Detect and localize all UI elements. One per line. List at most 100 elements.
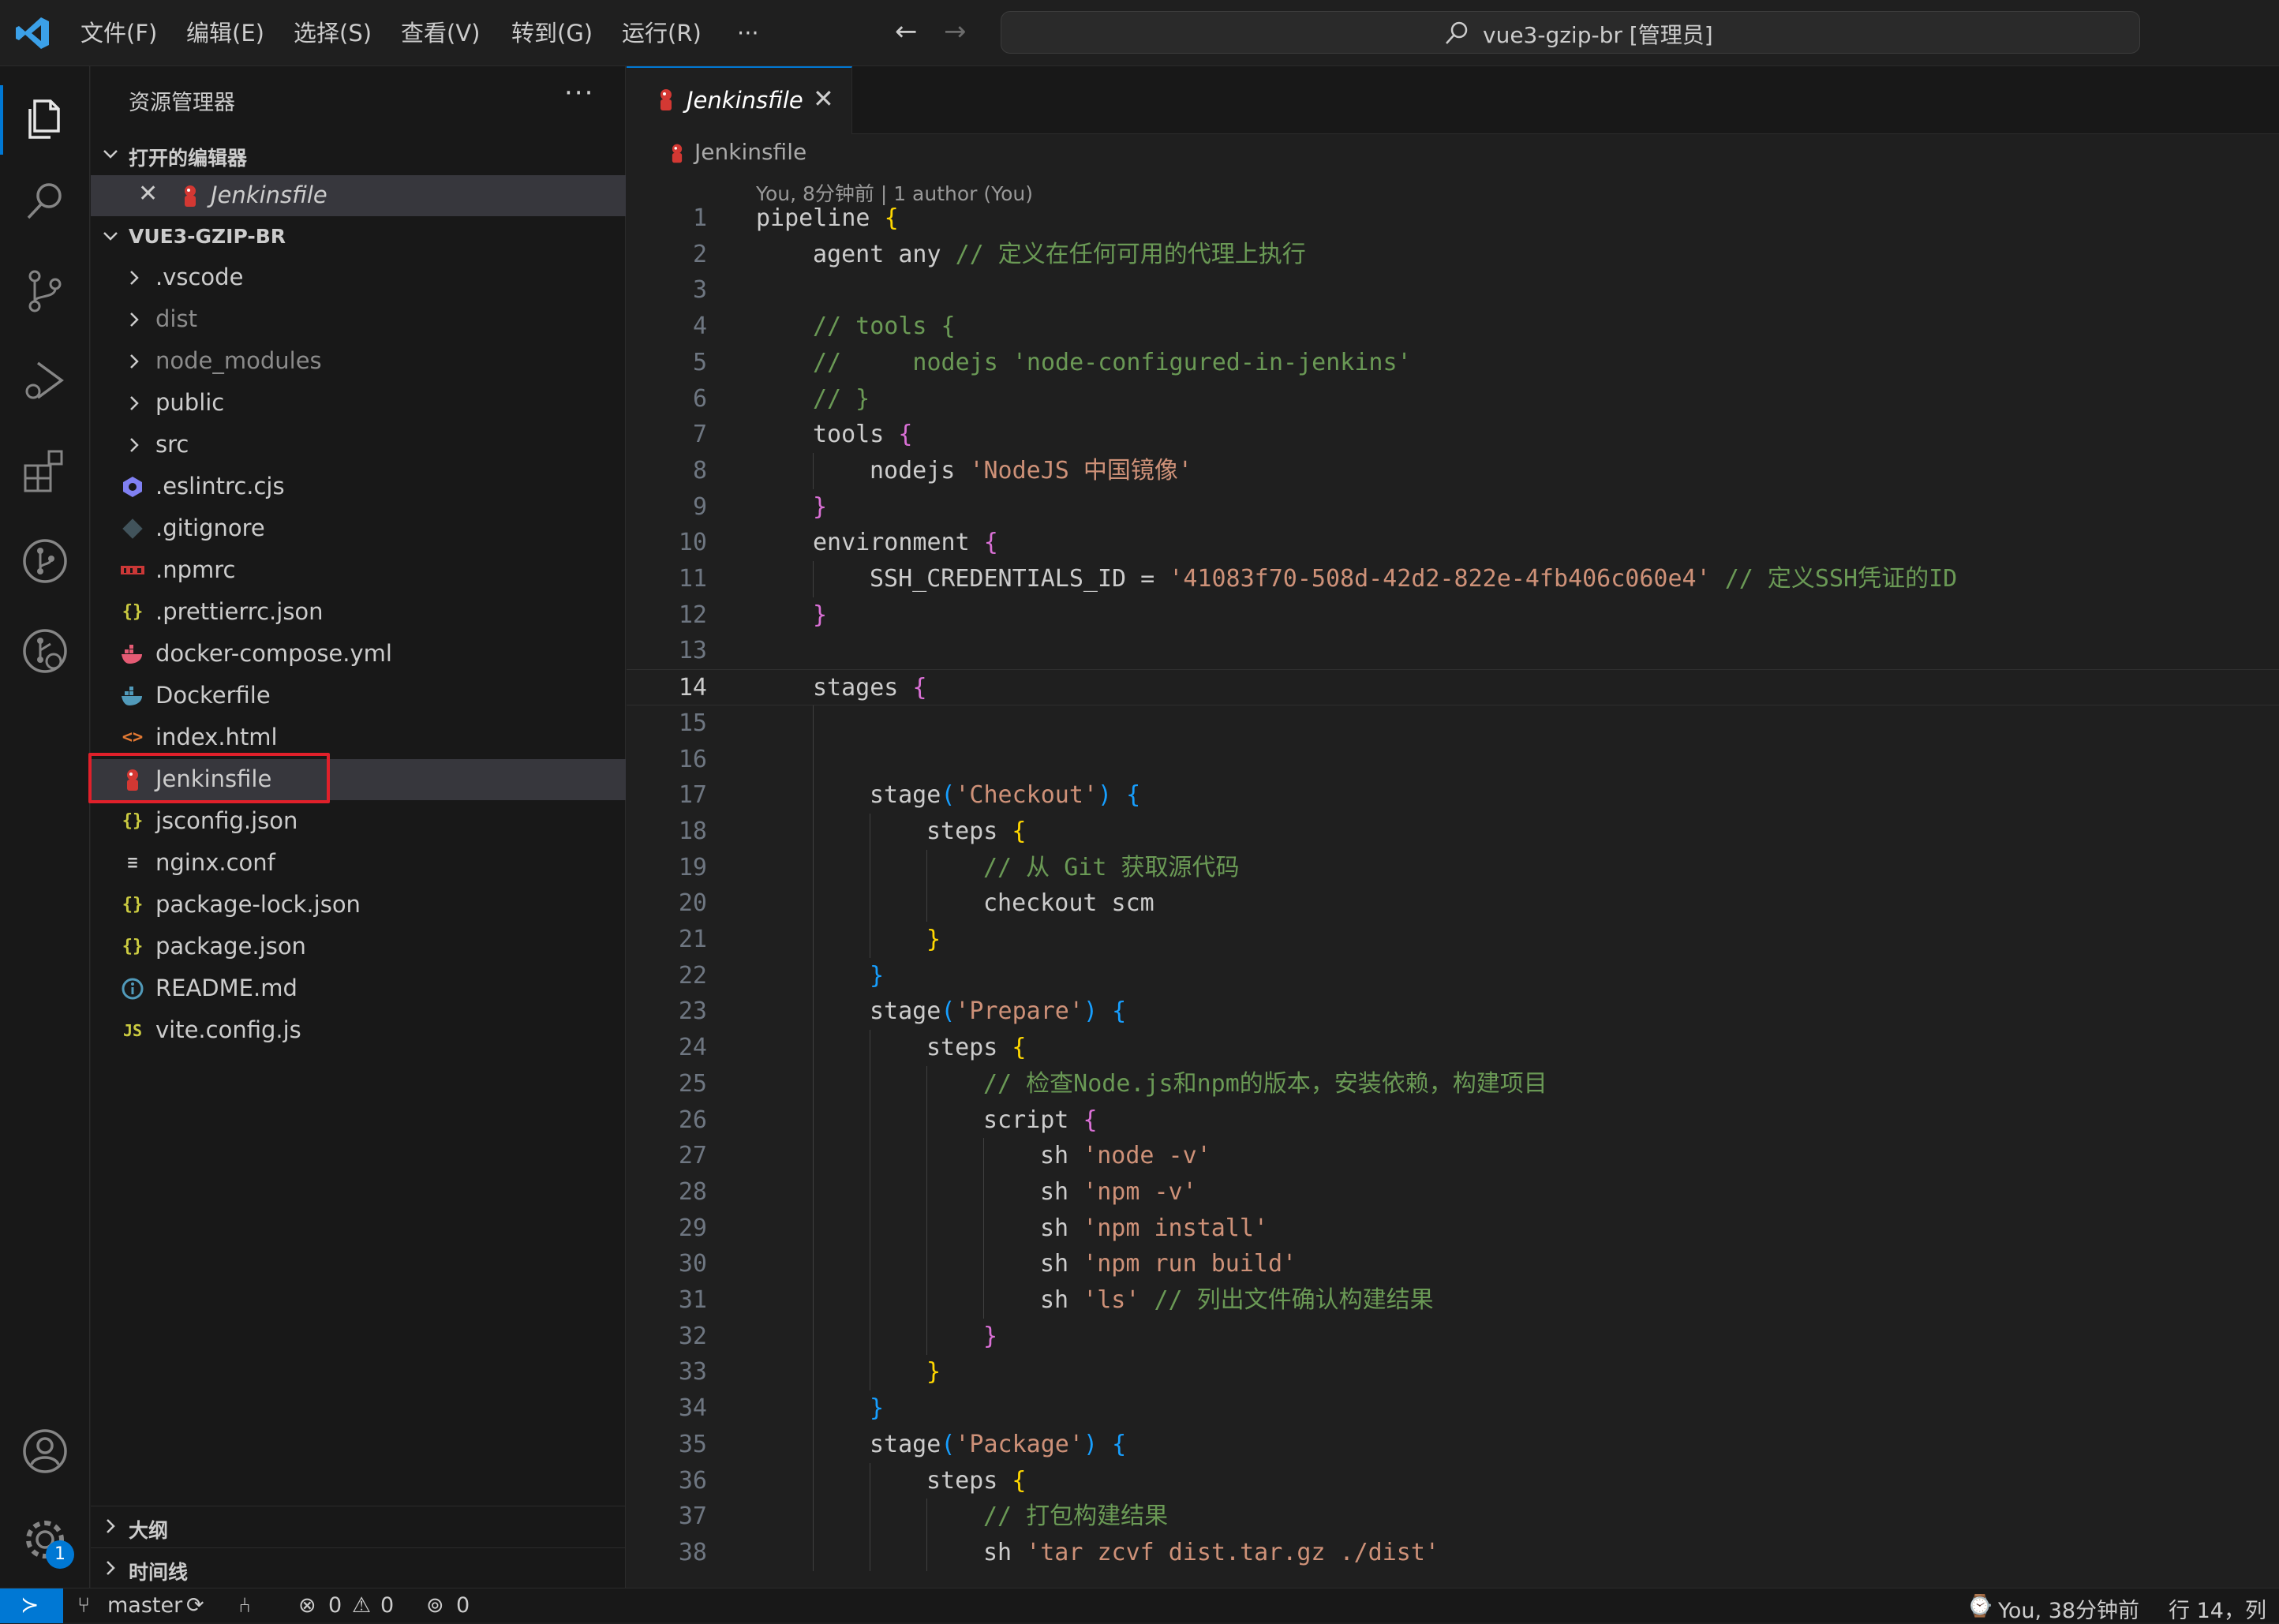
close-icon[interactable]: ✕ [138,180,158,208]
code-line[interactable]: 11 SSH_CREDENTIALS_ID = '41083f70-508d-42… [627,561,2279,597]
tree-file[interactable]: {} jsconfig.json [91,801,626,842]
code-line[interactable]: 20 checkout scm [627,885,2279,922]
extensions-icon[interactable] [21,447,69,496]
tree-file[interactable]: {} package.json [91,926,626,967]
blame-status[interactable]: You, 38分钟前 [1998,1593,2139,1624]
project-header[interactable]: VUE3-GZIP-BR [91,216,626,257]
code-line[interactable]: 9} [627,489,2279,526]
code-line[interactable]: 10 environment { [627,525,2279,561]
tree-folder[interactable]: dist [91,299,626,340]
git-graph-icon[interactable] [21,537,69,586]
remote-indicator[interactable]: ≻ [0,1588,63,1623]
open-editors-header[interactable]: 打开的编辑器 [91,134,626,175]
code-line[interactable]: 33} [627,1354,2279,1391]
tree-file[interactable]: .gitignore [91,508,626,549]
code-line[interactable]: 6 // } [627,381,2279,417]
code-line[interactable]: 34} [627,1390,2279,1428]
code-text: // nodejs 'node-configured-in-jenkins' [813,345,1412,381]
forward-arrow-icon[interactable]: → [944,16,967,47]
code-line[interactable]: 2 agent any // 定义在任何可用的代理上执行 [627,237,2279,273]
source-control-icon[interactable] [21,267,69,316]
code-line[interactable]: 31 sh 'ls' // 列出文件确认构建结果 [627,1282,2279,1319]
sync-icon[interactable]: ⟳ [186,1593,204,1618]
menu-more[interactable]: ··· [737,17,759,49]
tree-file[interactable]: docker-compose.yml [91,634,626,675]
tree-file[interactable]: .npmrc [91,550,626,591]
code-line[interactable]: 18 steps { [627,813,2279,850]
code-line[interactable]: 35 stage('Package') { [627,1426,2279,1463]
ports-icon[interactable]: ⊚ [426,1593,444,1618]
code-line[interactable]: 25 // 检查Node.js和npm的版本，安装依赖，构建项目 [627,1065,2279,1102]
code-line[interactable]: 36 steps { [627,1462,2279,1499]
vscode-logo-icon[interactable] [14,14,52,52]
code-line[interactable]: 21} [627,922,2279,958]
code-line[interactable]: 30 sh 'npm run build' [627,1246,2279,1283]
breadcrumb-file[interactable]: Jenkinsfile [694,139,806,165]
menu-view[interactable]: 查看(V) [401,17,480,49]
tree-folder[interactable]: src [91,425,626,466]
tree-folder[interactable]: public [91,383,626,424]
outline-header[interactable]: 大纲 [91,1506,626,1547]
cursor-position[interactable]: 行 14，列 [2169,1593,2266,1624]
menu-file[interactable]: 文件(F) [80,17,157,49]
menu-selection[interactable]: 选择(S) [294,17,372,49]
code-line[interactable]: 29 sh 'npm install' [627,1210,2279,1247]
code-line[interactable]: 26 script { [627,1102,2279,1139]
search-icon[interactable] [21,177,69,226]
tree-file[interactable]: Dockerfile [91,675,626,717]
code-line[interactable]: 19 // 从 Git 获取源代码 [627,849,2279,886]
code-line[interactable]: 4 // tools { [627,309,2279,345]
code-line[interactable]: 23 stage('Prepare') { [627,993,2279,1031]
warning-icon[interactable]: ⚠ [352,1593,371,1618]
close-icon[interactable]: ✕ [813,84,834,114]
code-line[interactable]: 14 stages { [627,669,2279,706]
command-center-search[interactable]: vue3-gzip-br [管理员] [1001,11,2140,54]
menu-edit[interactable]: 编辑(E) [186,17,264,49]
code-line[interactable]: 24 steps { [627,1030,2279,1067]
tree-file[interactable]: .eslintrc.cjs [91,466,626,507]
git-graph-status-icon[interactable]: ⑃ [238,1593,251,1618]
back-arrow-icon[interactable]: ← [895,16,918,47]
code-line[interactable]: 17 stage('Checkout') { [627,777,2279,814]
ports-count[interactable]: 0 [456,1593,470,1618]
code-line[interactable]: 15 [627,705,2279,742]
open-editor-item[interactable]: ✕ Jenkinsfile [91,175,626,216]
code-line[interactable]: 37 // 打包构建结果 [627,1499,2279,1536]
error-count[interactable]: 0 [328,1593,342,1618]
code-line[interactable]: 1 pipeline { [627,200,2279,237]
code-text: tools { [813,417,912,453]
code-line[interactable]: 5 // nodejs 'node-configured-in-jenkins' [627,345,2279,381]
tree-file[interactable]: {} .prettierrc.json [91,592,626,633]
warning-count[interactable]: 0 [380,1593,394,1618]
menu-run[interactable]: 运行(R) [622,17,702,49]
account-icon[interactable] [21,1427,69,1476]
code-line[interactable]: 12} [627,597,2279,634]
branch-name[interactable]: master [107,1593,182,1618]
code-line[interactable]: 8 nodejs 'NodeJS 中国镜像' [627,452,2279,489]
tree-folder[interactable]: node_modules [91,341,626,382]
menu-go[interactable]: 转到(G) [511,17,593,49]
code-line[interactable]: 22} [627,957,2279,994]
more-actions-icon[interactable]: ··· [564,77,594,109]
tree-folder[interactable]: .vscode [91,257,626,298]
tree-file[interactable]: README.md [91,968,626,1009]
timeline-header[interactable]: 时间线 [91,1547,626,1588]
error-icon[interactable]: ⊗ [298,1593,316,1618]
code-line[interactable]: 16 [627,741,2279,778]
tree-file[interactable]: ≡ nginx.conf [91,843,626,884]
tab-jenkinsfile[interactable]: Jenkinsfile ✕ [627,66,852,134]
run-debug-icon[interactable] [21,357,69,406]
code-line[interactable]: 32} [627,1318,2279,1355]
code-line[interactable]: 27 sh 'node -v' [627,1138,2279,1175]
code-line[interactable]: 7 tools { [627,417,2279,453]
tree-file[interactable]: JS vite.config.js [91,1010,626,1051]
code-line[interactable]: 28 sh 'npm -v' [627,1173,2279,1211]
explorer-icon[interactable] [21,95,69,144]
code-line[interactable]: 13 [627,633,2279,669]
tree-item-label: .vscode [155,264,244,290]
code-line[interactable]: 38 sh 'tar zcvf dist.tar.gz ./dist' [627,1534,2279,1571]
code-line[interactable]: 3 [627,272,2279,309]
tree-file[interactable]: {} package-lock.json [91,885,626,926]
line-number: 21 [678,926,707,953]
git-remote-icon[interactable] [21,627,69,675]
